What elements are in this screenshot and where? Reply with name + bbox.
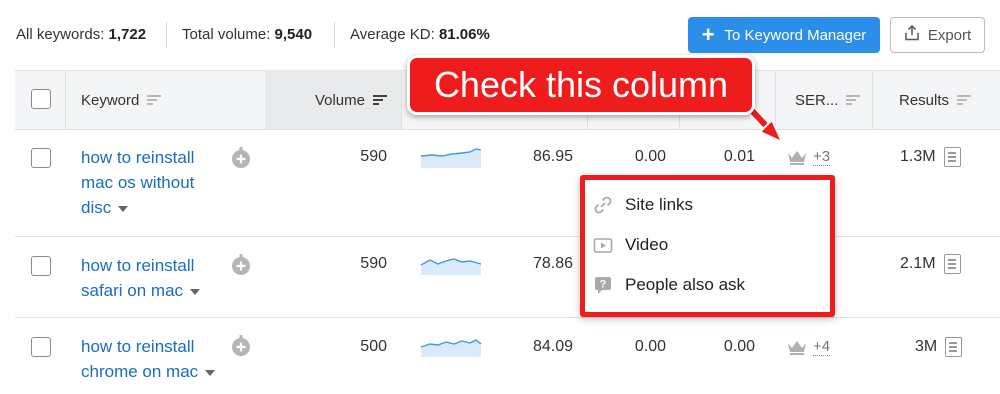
sort-icon[interactable] xyxy=(846,94,861,106)
chevron-down-icon[interactable] xyxy=(118,205,129,212)
keyword-text: how to reinstall chrome on mac xyxy=(81,337,199,381)
serp-feature-label: People also ask xyxy=(625,275,746,294)
annotation-callout: Check this column xyxy=(407,55,755,115)
question-icon: ? xyxy=(593,275,613,295)
column-volume-label: Volume xyxy=(314,91,365,109)
results-cell: 1.3M xyxy=(900,147,961,167)
total-volume-value: 9,540 xyxy=(274,26,313,43)
all-keywords-value: 1,722 xyxy=(108,26,147,43)
crown-icon xyxy=(788,341,806,355)
competition-cell: 0.01 xyxy=(723,148,755,165)
keyword-text: how to reinstall mac os without disc xyxy=(81,148,195,217)
column-serp-label: SER... xyxy=(795,91,839,109)
select-all-checkbox[interactable] xyxy=(31,89,51,109)
results-value: 2.1M xyxy=(900,255,936,272)
column-header-volume[interactable]: Volume xyxy=(265,71,401,129)
add-to-list-icon[interactable] xyxy=(230,253,252,275)
results-cell: 3M xyxy=(915,337,963,357)
all-keywords-label: All keywords: xyxy=(16,26,105,43)
serp-more-count[interactable]: +3 xyxy=(813,148,831,166)
table-row: how to reinstall mac os without disc 590… xyxy=(15,130,1000,237)
all-keywords-stat: All keywords: 1,722 xyxy=(16,26,146,43)
table-row: how to reinstall safari on mac 590 78.86… xyxy=(15,237,1000,318)
column-header-serp[interactable]: SER... xyxy=(795,71,861,129)
add-to-list-icon[interactable] xyxy=(230,146,252,168)
to-keyword-manager-label: To Keyword Manager xyxy=(724,26,867,44)
row-checkbox[interactable] xyxy=(31,337,51,357)
plus-icon: + xyxy=(701,22,715,47)
serp-feature-site-links[interactable]: Site links xyxy=(593,195,693,215)
add-to-list-icon[interactable] xyxy=(230,334,252,356)
export-button[interactable]: Export xyxy=(890,17,985,53)
export-label: Export xyxy=(927,26,972,44)
results-cell: 2.1M xyxy=(900,254,961,274)
results-value: 3M xyxy=(915,338,938,355)
column-results-label: Results xyxy=(899,91,950,109)
volume-cell: 590 xyxy=(360,148,387,165)
results-value: 1.3M xyxy=(900,148,936,165)
serp-snapshot-icon[interactable] xyxy=(943,254,961,274)
keyword-link[interactable]: how to reinstall mac os without disc xyxy=(81,145,221,220)
kd-cell: 78.86 xyxy=(532,255,573,272)
total-volume-stat: Total volume: 9,540 xyxy=(182,26,312,43)
sort-icon[interactable] xyxy=(957,94,972,106)
divider xyxy=(166,22,167,48)
chevron-down-icon[interactable] xyxy=(205,369,216,376)
callout-text: Check this column xyxy=(433,64,729,105)
sort-icon[interactable] xyxy=(147,94,162,106)
cpc-cell: 0.00 xyxy=(634,338,666,355)
svg-text:?: ? xyxy=(600,279,607,291)
keyword-text: how to reinstall safari on mac xyxy=(81,256,195,300)
keyword-link[interactable]: how to reinstall safari on mac xyxy=(81,253,221,303)
column-header-keyword[interactable]: Keyword xyxy=(81,71,162,129)
serp-features-cell[interactable]: +3 xyxy=(787,148,831,166)
kd-cell: 86.95 xyxy=(532,148,573,165)
trend-sparkline xyxy=(420,339,482,357)
chevron-down-icon[interactable] xyxy=(190,288,201,295)
divider xyxy=(775,71,776,129)
average-kd-label: Average KD: xyxy=(350,26,435,43)
serp-feature-video[interactable]: Video xyxy=(593,235,668,255)
average-kd-value: 81.06% xyxy=(438,26,490,43)
serp-snapshot-icon[interactable] xyxy=(945,337,963,357)
table-row: how to reinstall chrome on mac 500 84.09… xyxy=(15,318,1000,394)
export-icon xyxy=(904,24,920,45)
serp-features-cell[interactable]: +4 xyxy=(787,338,831,356)
total-volume-label: Total volume: xyxy=(182,26,271,43)
column-header-results[interactable]: Results xyxy=(899,71,972,129)
divider xyxy=(872,71,873,129)
divider xyxy=(334,22,335,48)
trend-sparkline xyxy=(420,258,482,275)
sort-desc-icon[interactable] xyxy=(373,94,387,106)
to-keyword-manager-button[interactable]: + To Keyword Manager xyxy=(688,17,880,53)
serp-more-count[interactable]: +4 xyxy=(813,338,831,356)
serp-feature-label: Video xyxy=(625,235,669,254)
video-icon xyxy=(593,235,613,255)
row-checkbox[interactable] xyxy=(31,256,51,276)
trend-sparkline xyxy=(420,148,482,168)
divider xyxy=(65,71,66,129)
column-keyword-label: Keyword xyxy=(81,91,140,109)
serp-feature-people-also-ask[interactable]: ? People also ask xyxy=(593,275,745,295)
kd-cell: 84.09 xyxy=(532,338,573,355)
serp-snapshot-icon[interactable] xyxy=(943,147,961,167)
competition-cell: 0.00 xyxy=(723,338,755,355)
serp-features-dropdown: Site links Video ? People also ask xyxy=(580,175,835,317)
average-kd-stat: Average KD: 81.06% xyxy=(350,26,490,43)
divider xyxy=(401,71,402,129)
link-icon xyxy=(593,195,613,215)
volume-cell: 590 xyxy=(360,255,387,272)
serp-feature-label: Site links xyxy=(625,195,694,214)
crown-icon xyxy=(788,151,806,165)
volume-cell: 500 xyxy=(360,338,387,355)
row-checkbox[interactable] xyxy=(31,148,51,168)
keyword-link[interactable]: how to reinstall chrome on mac xyxy=(81,334,221,384)
cpc-cell: 0.00 xyxy=(634,148,666,165)
